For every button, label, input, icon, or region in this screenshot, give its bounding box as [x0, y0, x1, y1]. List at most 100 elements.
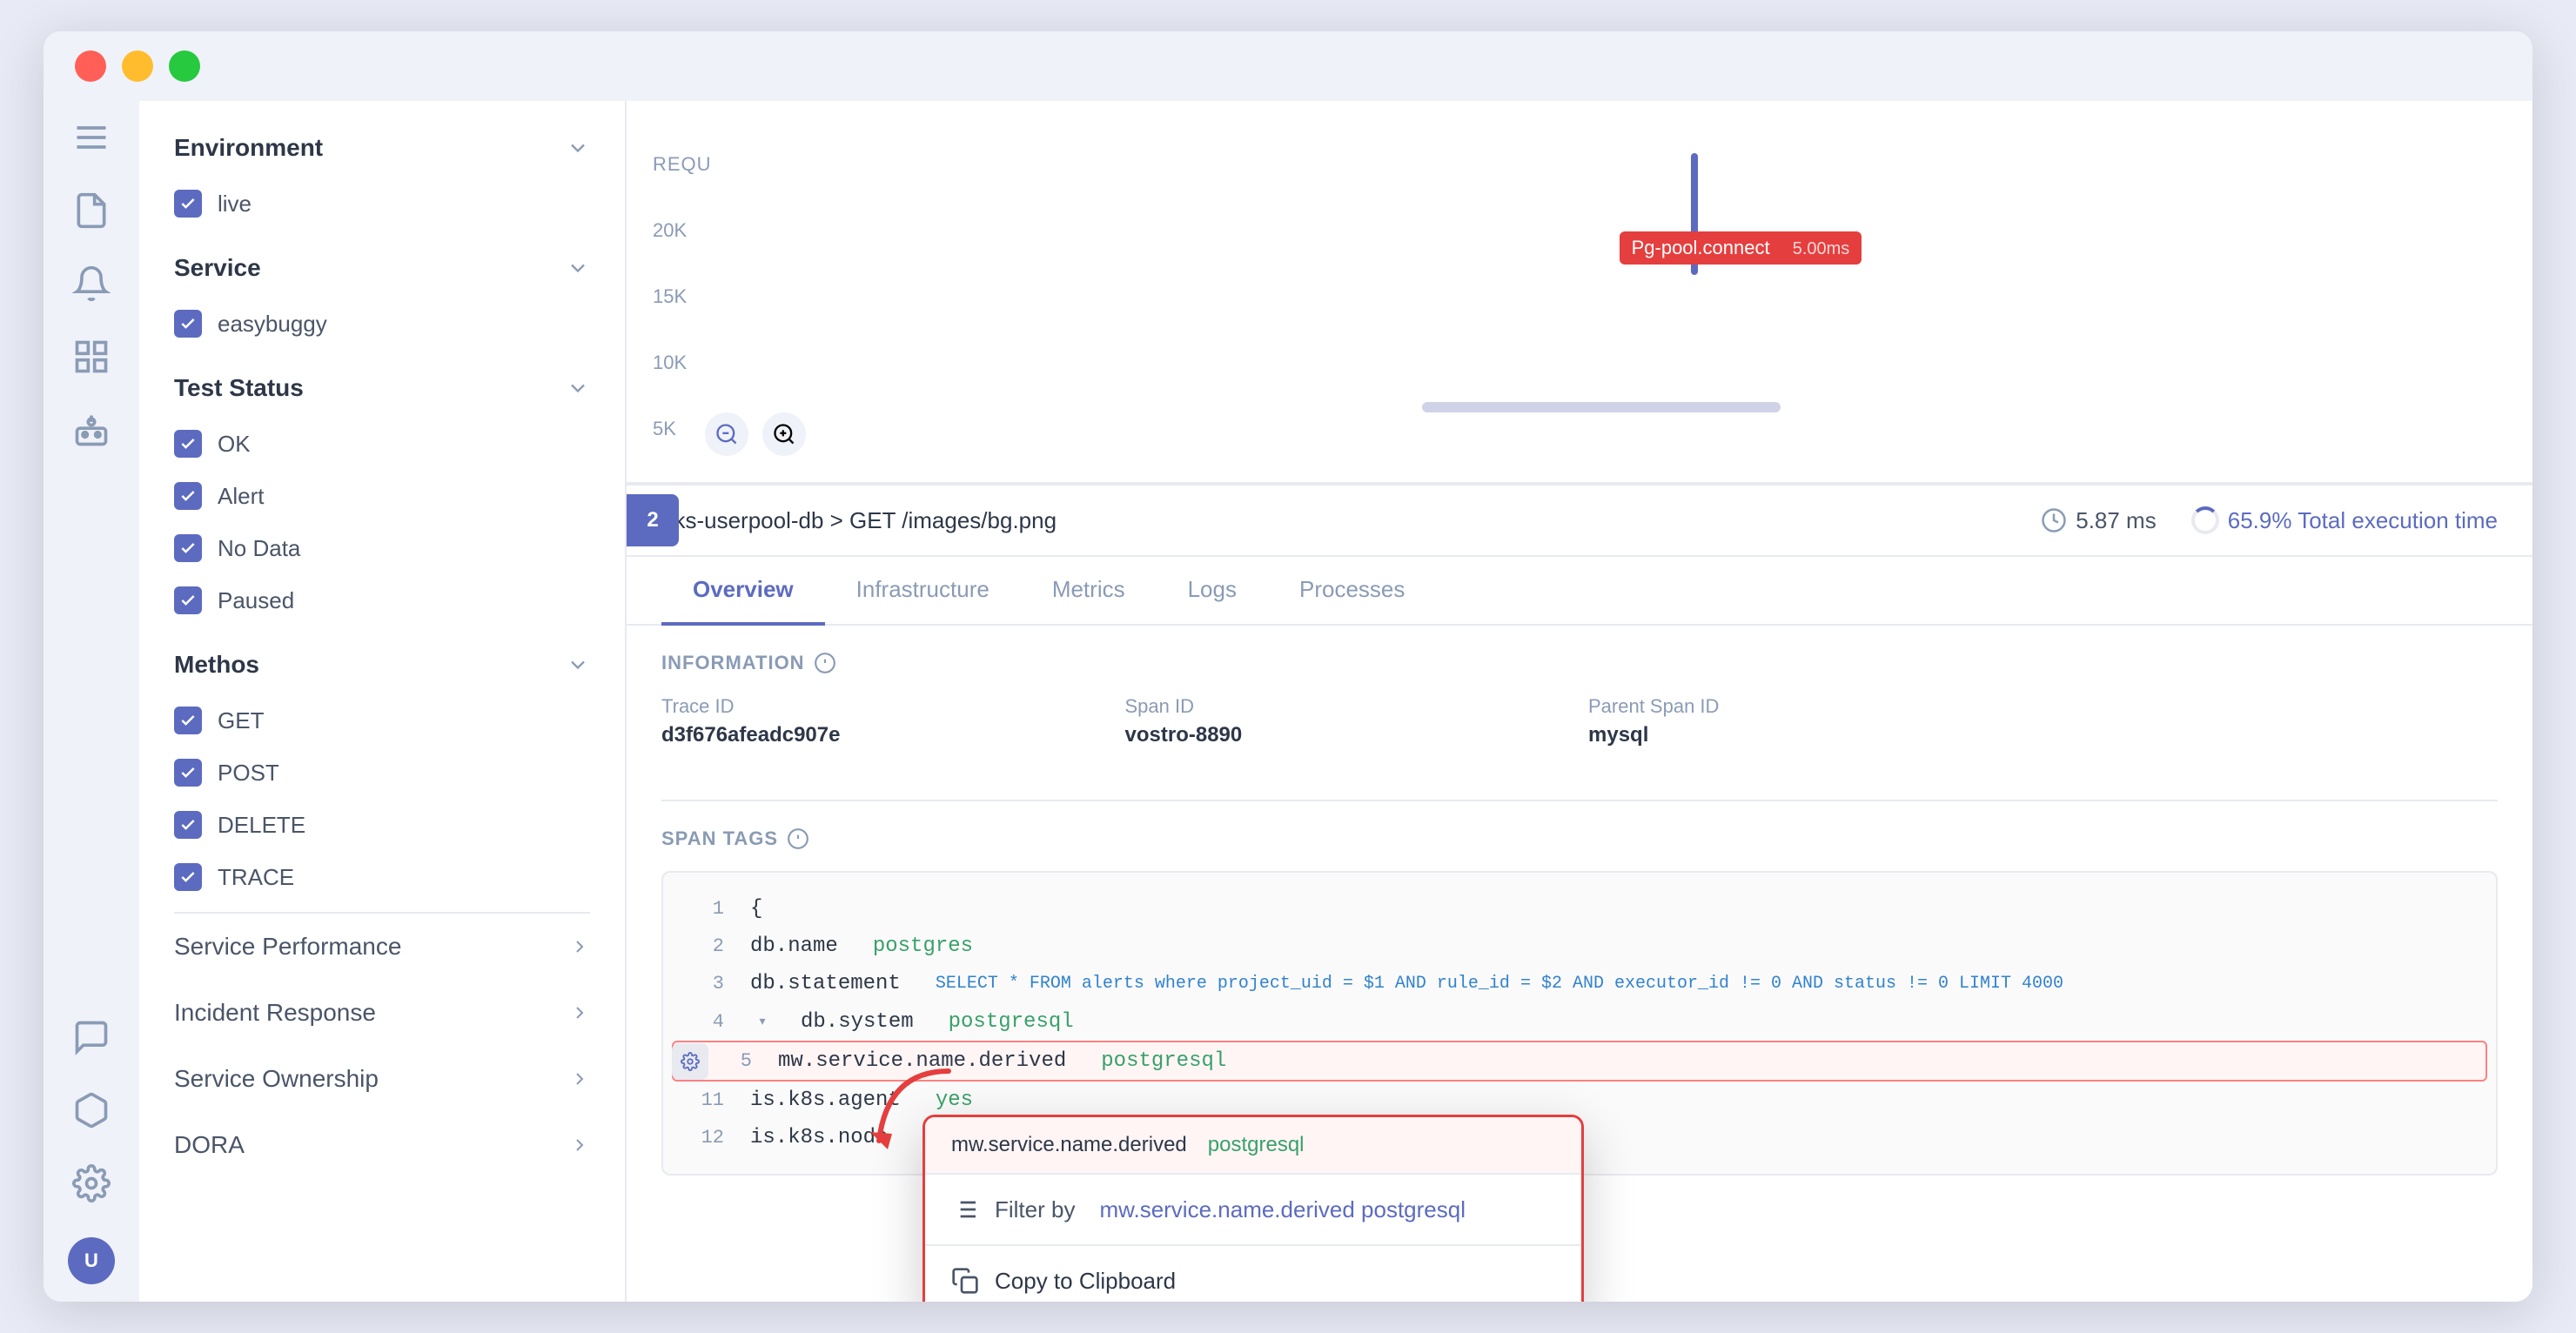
time-badge: 5.87 ms — [2041, 507, 2157, 534]
filter-panel: Environment live Service — [139, 101, 627, 1302]
checkbox-alert[interactable] — [174, 482, 202, 510]
context-menu-key: mw.service.name.derived — [951, 1133, 1187, 1157]
test-status-section: Test Status OK Alert No Data Paus — [139, 358, 625, 626]
zoom-out-button[interactable] — [705, 412, 748, 456]
environment-section-header[interactable]: Environment — [139, 118, 625, 178]
check-icon — [179, 315, 197, 332]
checkbox-post[interactable] — [174, 759, 202, 787]
maximize-button[interactable] — [169, 50, 200, 82]
methods-section-header[interactable]: Methos — [139, 635, 625, 694]
checkbox-live[interactable] — [174, 190, 202, 218]
spinner-icon — [2191, 506, 2219, 534]
chevron-right-icon — [569, 1068, 590, 1089]
methods-label: Methos — [174, 651, 259, 679]
close-button[interactable] — [75, 50, 106, 82]
checkbox-no-data[interactable] — [174, 534, 202, 562]
filter-item-post[interactable]: POST — [139, 747, 625, 799]
filter-item-easybuggy[interactable]: easybuggy — [139, 298, 625, 350]
chevron-right-icon — [569, 1135, 590, 1155]
filter-item-trace[interactable]: TRACE — [139, 851, 625, 903]
tab-overview[interactable]: Overview — [661, 557, 825, 626]
robot-icon[interactable] — [72, 411, 111, 449]
main-content: REQU 20K 15K 10K 5K 0 — [627, 101, 2532, 1302]
test-status-section-header[interactable]: Test Status — [139, 358, 625, 418]
service-section-header[interactable]: Service — [139, 238, 625, 298]
test-status-label: Test Status — [174, 374, 304, 402]
main-window: U Environment live Service — [44, 31, 2532, 1302]
info-icon-tags — [787, 827, 809, 850]
filter-label-ok: OK — [218, 431, 251, 458]
context-menu-copy[interactable]: Copy to Clipboard — [925, 1246, 1581, 1302]
copy-clipboard-label: Copy to Clipboard — [995, 1268, 1176, 1295]
filter-by-value: mw.service.name.derived postgresql — [1099, 1196, 1466, 1223]
y-10k: 10K — [653, 352, 712, 374]
scrollbar-thumb[interactable] — [1422, 402, 1781, 412]
alerts-icon[interactable] — [72, 265, 111, 303]
minimize-button[interactable] — [122, 50, 153, 82]
checkbox-easybuggy[interactable] — [174, 310, 202, 338]
filter-icon — [951, 1196, 979, 1223]
titlebar — [44, 31, 2532, 101]
parent-span-id-value: mysql — [1588, 723, 2035, 747]
filter-item-ok[interactable]: OK — [139, 418, 625, 470]
checkbox-ok[interactable] — [174, 430, 202, 458]
checkbox-delete[interactable] — [174, 811, 202, 839]
y-15k: 15K — [653, 285, 712, 308]
nav-dora-label: DORA — [174, 1131, 245, 1159]
avatar-icon[interactable]: U — [68, 1237, 115, 1284]
y-20k: 20K — [653, 219, 712, 242]
filter-item-no-data[interactable]: No Data — [139, 522, 625, 574]
dashboard-icon[interactable] — [72, 338, 111, 376]
tab-logs[interactable]: Logs — [1157, 557, 1268, 626]
time-info: 5.87 ms 65.9% Total execution time — [2041, 506, 2498, 534]
trace-id-value: d3f676afeadc907e — [661, 723, 1108, 747]
zoom-in-button[interactable] — [762, 412, 806, 456]
span-tooltip: Pg-pool.connect 5.00ms — [1620, 231, 1862, 265]
support-icon[interactable] — [72, 1018, 111, 1056]
nav-service-ownership[interactable]: Service Ownership — [139, 1046, 625, 1112]
filter-item-delete[interactable]: DELETE — [139, 799, 625, 851]
chevron-down-icon — [566, 136, 590, 160]
filter-item-paused[interactable]: Paused — [139, 574, 625, 626]
trace-id-field: Trace ID d3f676afeadc907e — [661, 695, 1108, 747]
tab-processes[interactable]: Processes — [1268, 557, 1436, 626]
filter-label-paused: Paused — [218, 587, 294, 614]
tab-infrastructure[interactable]: Infrastructure — [825, 557, 1021, 626]
filter-item-live[interactable]: live — [139, 178, 625, 230]
gear-icon[interactable] — [72, 1164, 111, 1202]
trace-id-label: Trace ID — [661, 695, 1108, 718]
parent-span-id-label: Parent Span ID — [1588, 695, 2035, 718]
checkbox-trace[interactable] — [174, 863, 202, 891]
nav-service-ownership-label: Service Ownership — [174, 1065, 379, 1093]
time-ms: 5.87 ms — [2076, 507, 2157, 534]
filter-label-trace: TRACE — [218, 864, 294, 891]
filter-item-alert[interactable]: Alert — [139, 470, 625, 522]
span-tags-section: SPAN TAGS 1 { 2 db.name postg — [627, 827, 2532, 1202]
nav-incident-response-label: Incident Response — [174, 999, 376, 1027]
chevron-right-icon — [569, 936, 590, 957]
span-id-label: Span ID — [1125, 695, 1572, 718]
chevron-down-icon — [566, 653, 590, 677]
nav-service-performance[interactable]: Service Performance — [139, 914, 625, 980]
zoom-controls — [705, 412, 806, 456]
checkbox-paused[interactable] — [174, 586, 202, 614]
nav-dora[interactable]: DORA — [139, 1112, 625, 1178]
menu-icon[interactable] — [72, 118, 111, 157]
filter-label-post: POST — [218, 760, 279, 787]
tab-metrics[interactable]: Metrics — [1021, 557, 1157, 626]
clock-icon — [2041, 507, 2067, 533]
box-icon[interactable] — [72, 1091, 111, 1129]
copy-icon — [951, 1267, 979, 1295]
context-menu-filter-by[interactable]: Filter by mw.service.name.derived postgr… — [925, 1175, 1581, 1246]
document-icon[interactable] — [72, 191, 111, 230]
environment-section: Environment live — [139, 118, 625, 230]
breadcrumb: aks-userpool-db > GET /images/bg.png — [661, 507, 1057, 534]
span-tags-title: SPAN TAGS — [661, 827, 2498, 850]
checkbox-get[interactable] — [174, 707, 202, 734]
filter-label-delete: DELETE — [218, 812, 305, 839]
filter-label-get: GET — [218, 707, 264, 734]
detail-panel[interactable]: 2 aks-userpool-db > GET /images/bg.png 5… — [627, 484, 2532, 1302]
filter-item-get[interactable]: GET — [139, 694, 625, 747]
gear-settings-button[interactable] — [672, 1043, 708, 1080]
nav-incident-response[interactable]: Incident Response — [139, 980, 625, 1046]
